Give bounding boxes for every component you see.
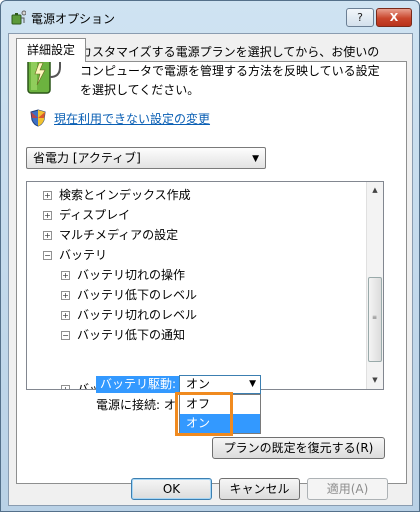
chevron-down-icon: ▼: [252, 154, 259, 164]
on-battery-label: バッテリ駆動:: [96, 376, 181, 393]
tree-item-critical-battery-level[interactable]: + バッテリ切れのレベル: [61, 305, 197, 325]
change-unavailable-settings-link[interactable]: 現在利用できない設定の変更: [54, 110, 210, 127]
collapse-icon[interactable]: −: [61, 331, 70, 340]
tree-scrollbar[interactable]: ▲ ≡ ▼: [366, 182, 383, 389]
expand-icon[interactable]: +: [61, 311, 70, 320]
chevron-down-icon: ▼: [249, 379, 256, 389]
tab-advanced-settings[interactable]: 詳細設定: [16, 38, 86, 62]
scroll-up-icon[interactable]: ▲: [367, 182, 383, 199]
expand-icon[interactable]: +: [61, 291, 70, 300]
settings-tree[interactable]: + 検索とインデックス作成 + ディスプレイ + マルチメディアの設定 − バッテリ +…: [26, 181, 384, 390]
scroll-thumb[interactable]: ≡: [368, 277, 382, 362]
tree-item-multimedia[interactable]: + マルチメディアの設定: [43, 225, 178, 245]
power-plan-select[interactable]: 省電力 [アクティブ] ▼: [26, 147, 266, 169]
collapse-icon[interactable]: −: [43, 251, 52, 260]
power-plan-value: 省電力 [アクティブ]: [33, 151, 141, 165]
expand-icon[interactable]: +: [61, 271, 70, 280]
highlight-box: [175, 392, 233, 436]
tree-item-low-battery-level[interactable]: + バッテリ低下のレベル: [61, 285, 197, 305]
tree-item-search-indexing[interactable]: + 検索とインデックス作成: [43, 185, 191, 205]
title-bar[interactable]: 電源オプション ? X: [1, 1, 419, 33]
plugged-in-label: 電源に接続:: [96, 398, 161, 412]
grip-icon: ≡: [372, 314, 378, 321]
tree-item-low-battery-notification[interactable]: − バッテリ低下の通知: [61, 325, 185, 345]
window-title: 電源オプション: [31, 12, 116, 26]
tree-item-battery[interactable]: − バッテリ: [43, 245, 107, 265]
expand-icon[interactable]: +: [43, 231, 52, 240]
scroll-down-icon[interactable]: ▼: [367, 372, 383, 389]
expand-icon[interactable]: +: [61, 385, 70, 389]
tree-item-critical-battery-action[interactable]: + バッテリ切れの操作: [61, 265, 185, 285]
plugged-in-row[interactable]: 電源に接続: オ: [96, 396, 176, 414]
description-text: カスタマイズする電源プランを選択してから、お使いの コンピュータで電源を管理する…: [80, 45, 380, 97]
uac-shield-icon: [30, 109, 46, 127]
expand-icon[interactable]: +: [43, 211, 52, 220]
close-button[interactable]: X: [376, 8, 412, 27]
power-options-icon: [11, 10, 26, 25]
restore-plan-defaults-button[interactable]: プランの既定を復元する(R): [212, 437, 385, 459]
apply-button[interactable]: 適用(A): [307, 478, 388, 500]
ok-button[interactable]: OK: [131, 478, 212, 500]
on-battery-value: オン: [186, 377, 211, 391]
help-button[interactable]: ?: [346, 8, 374, 27]
tree-item-display[interactable]: + ディスプレイ: [43, 205, 130, 225]
cancel-button[interactable]: キャンセル: [219, 478, 300, 500]
expand-icon[interactable]: +: [43, 191, 52, 200]
